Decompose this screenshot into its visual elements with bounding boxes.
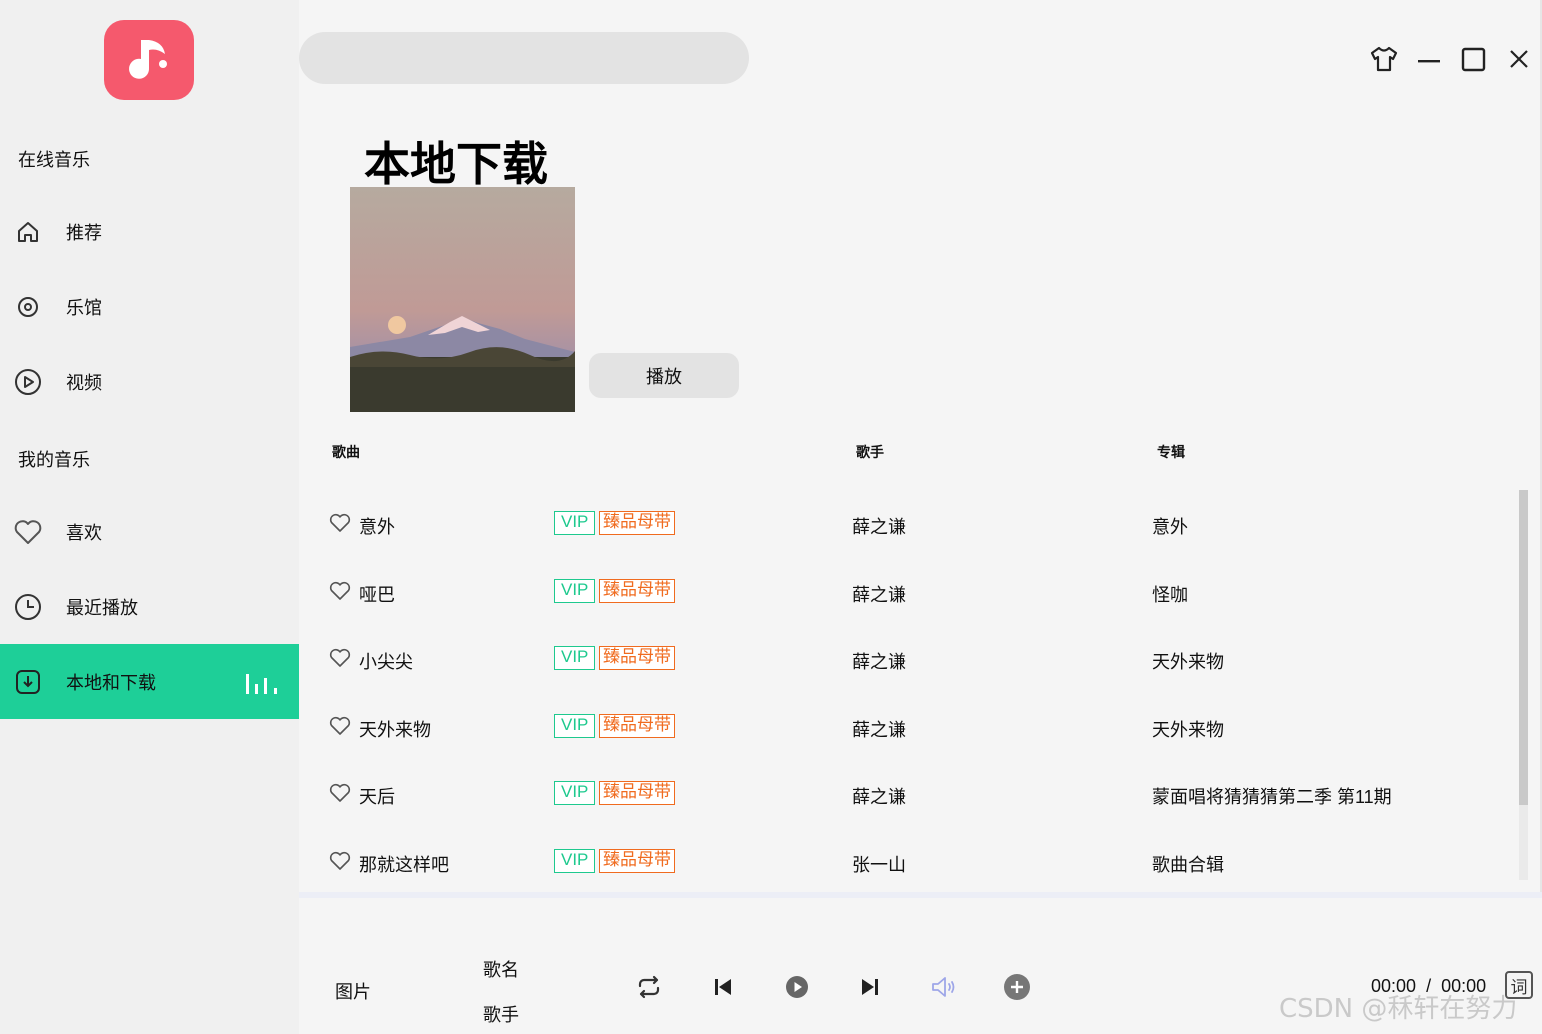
player-song-name: 歌名 (483, 960, 519, 980)
sidebar: 在线音乐 推荐 乐馆 视频 我的音乐 喜欢 最近播放 本地和下载 (0, 0, 299, 1034)
song-album[interactable]: 天外来物 (1152, 716, 1224, 742)
heart-icon[interactable] (329, 513, 351, 533)
sidebar-item-label: 本地和下载 (66, 672, 156, 693)
song-album[interactable]: 天外来物 (1152, 648, 1224, 674)
page-title: 本地下载 (364, 137, 548, 191)
master-quality-badge: 臻品母带 (599, 511, 675, 535)
song-artist[interactable]: 薛之谦 (852, 581, 906, 607)
player-artist-name: 歌手 (483, 1005, 519, 1025)
sidebar-item-label: 喜欢 (66, 522, 102, 543)
song-artist[interactable]: 薛之谦 (852, 513, 906, 539)
home-icon (14, 218, 42, 246)
master-quality-badge: 臻品母带 (599, 714, 675, 738)
column-header-artist: 歌手 (856, 444, 884, 460)
music-note-icon (129, 40, 167, 79)
heart-icon[interactable] (329, 648, 351, 668)
app-logo (104, 20, 194, 100)
sidebar-item-recent[interactable]: 最近播放 (0, 569, 299, 644)
watermark: CSDN @秝轩在努力 (1279, 994, 1518, 1024)
song-title: 哑巴 (359, 585, 395, 605)
song-artist[interactable]: 薛之谦 (852, 783, 906, 809)
next-track-icon[interactable] (856, 973, 884, 1001)
song-title: 天外来物 (359, 720, 431, 740)
sidebar-item-label: 推荐 (66, 222, 102, 243)
close-icon[interactable] (1504, 44, 1534, 74)
play-all-button[interactable]: 播放 (589, 353, 739, 398)
previous-track-icon[interactable] (709, 973, 737, 1001)
sidebar-item-label: 最近播放 (66, 597, 138, 618)
song-title: 意外 (359, 517, 395, 537)
maximize-icon[interactable] (1459, 44, 1489, 74)
column-header-song: 歌曲 (332, 444, 360, 460)
vip-badge: VIP (554, 714, 596, 738)
repeat-icon[interactable] (635, 973, 663, 1001)
column-header-album: 专辑 (1157, 444, 1185, 460)
play-circle-icon (14, 368, 42, 396)
song-title: 小尖尖 (359, 652, 413, 672)
song-title: 那就这样吧 (359, 855, 449, 875)
table-row[interactable]: 意外 VIP 臻品母带 薛之谦 意外 (299, 511, 1519, 573)
vip-badge: VIP (554, 849, 596, 873)
sidebar-item-favorites[interactable]: 喜欢 (0, 494, 299, 569)
table-row[interactable]: 天后 VIP 臻品母带 薛之谦 蒙面唱将猜猜猜第二季 第11期 (299, 781, 1519, 843)
equalizer-icon (246, 674, 277, 694)
search-input[interactable] (299, 32, 749, 84)
heart-icon[interactable] (329, 581, 351, 601)
master-quality-badge: 臻品母带 (599, 579, 675, 603)
player-picture-placeholder: 图片 (335, 982, 371, 1002)
download-icon (14, 668, 42, 696)
table-row[interactable]: 哑巴 VIP 臻品母带 薛之谦 怪咖 (299, 579, 1519, 641)
sidebar-item-music-hall[interactable]: 乐馆 (0, 269, 299, 344)
disc-icon (14, 293, 42, 321)
sidebar-item-video[interactable]: 视频 (0, 344, 299, 419)
master-quality-badge: 臻品母带 (599, 646, 675, 670)
sidebar-item-label: 视频 (66, 372, 102, 393)
play-icon[interactable] (783, 973, 811, 1001)
song-artist[interactable]: 张一山 (852, 851, 906, 877)
song-album[interactable]: 意外 (1152, 513, 1188, 539)
vip-badge: VIP (554, 781, 596, 805)
add-to-playlist-icon[interactable] (1003, 973, 1031, 1001)
vip-badge: VIP (554, 511, 596, 535)
scrollbar-thumb[interactable] (1519, 490, 1528, 805)
sidebar-item-local-download[interactable]: 本地和下载 (0, 644, 299, 719)
clock-icon (14, 593, 42, 621)
song-artist[interactable]: 薛之谦 (852, 716, 906, 742)
song-album[interactable]: 怪咖 (1152, 581, 1188, 607)
song-list-scrollbar[interactable] (1519, 490, 1528, 880)
sidebar-item-label: 乐馆 (66, 297, 102, 318)
song-album[interactable]: 歌曲合辑 (1152, 851, 1224, 877)
table-row[interactable]: 天外来物 VIP 臻品母带 薛之谦 天外来物 (299, 714, 1519, 776)
song-album[interactable]: 蒙面唱将猜猜猜第二季 第11期 (1152, 783, 1392, 809)
volume-icon[interactable] (930, 973, 958, 1001)
sidebar-item-recommend[interactable]: 推荐 (0, 194, 299, 269)
table-row[interactable]: 小尖尖 VIP 臻品母带 薛之谦 天外来物 (299, 646, 1519, 708)
heart-icon[interactable] (329, 783, 351, 803)
heart-icon[interactable] (329, 716, 351, 736)
skin-shirt-icon[interactable] (1369, 44, 1399, 74)
cover-image (350, 187, 575, 412)
section-online-music: 在线音乐 (18, 150, 90, 170)
minimize-icon[interactable] (1414, 44, 1444, 74)
song-artist[interactable]: 薛之谦 (852, 648, 906, 674)
master-quality-badge: 臻品母带 (599, 781, 675, 805)
song-title: 天后 (359, 787, 395, 807)
vip-badge: VIP (554, 579, 596, 603)
vip-badge: VIP (554, 646, 596, 670)
section-my-music: 我的音乐 (18, 450, 90, 470)
heart-icon[interactable] (329, 851, 351, 871)
heart-icon (14, 518, 42, 546)
master-quality-badge: 臻品母带 (599, 849, 675, 873)
